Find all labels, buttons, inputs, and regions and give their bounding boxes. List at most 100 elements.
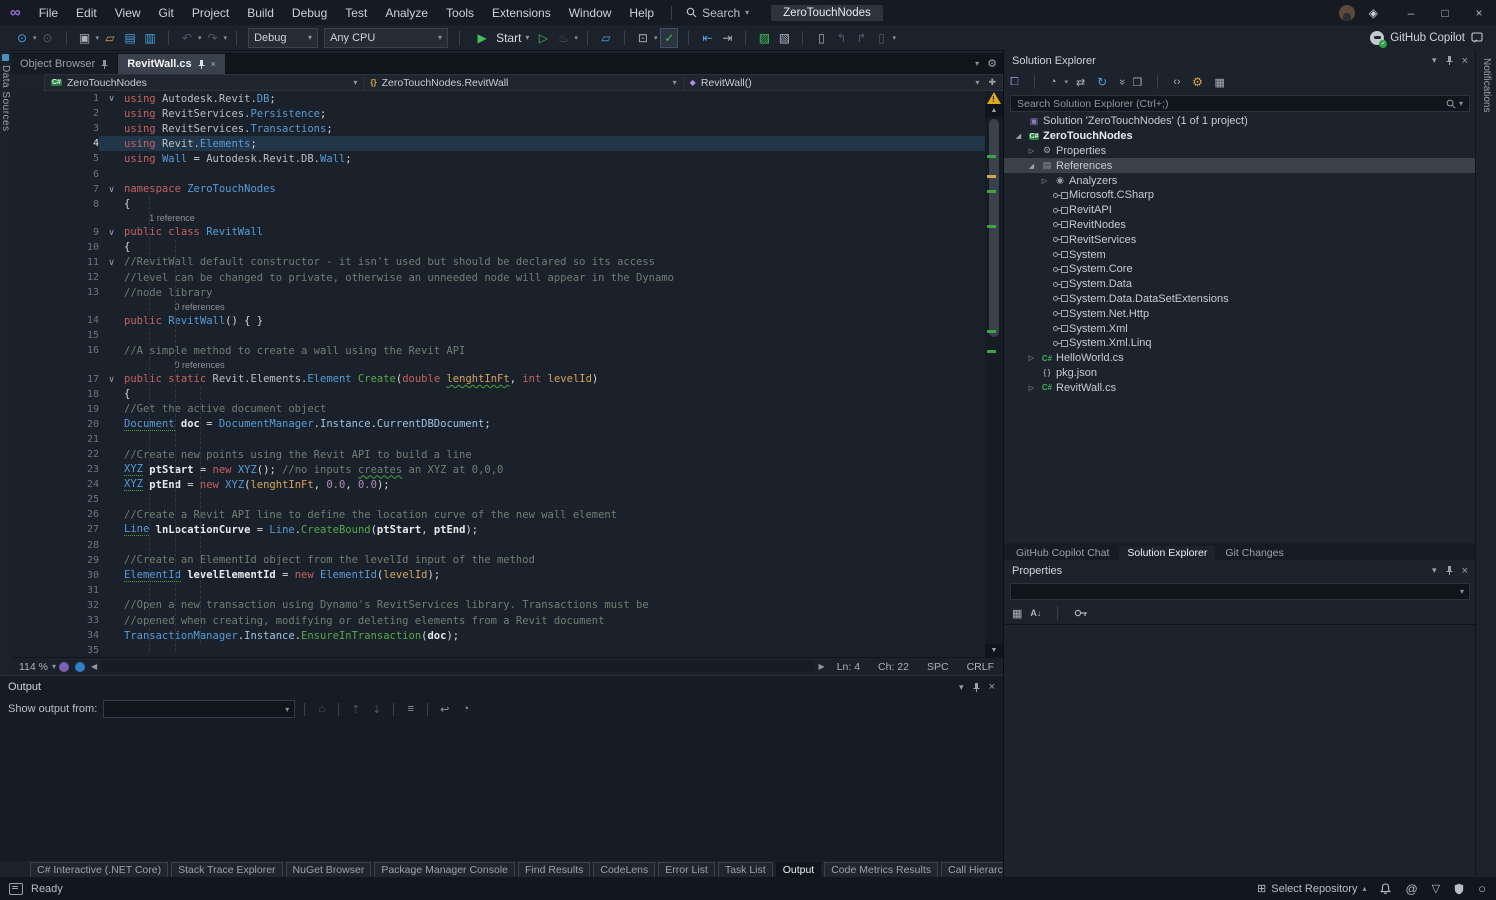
fold-chevron-icon[interactable]: ∨ — [99, 255, 124, 270]
collapsed-arrow-icon[interactable]: ▷ — [1038, 177, 1051, 185]
property-pages-key-icon[interactable] — [1074, 607, 1088, 619]
scroll-left-icon[interactable]: ◀ — [88, 662, 100, 671]
pending-changes-filter-icon[interactable]: ◔ — [1050, 76, 1057, 88]
previous-message-icon[interactable]: ⇡ — [348, 703, 363, 716]
chevron-down-icon[interactable]: ▾ — [33, 34, 37, 42]
expanded-arrow-icon[interactable]: ◢ — [1012, 132, 1025, 140]
code-line-22[interactable]: 22 //Create new points using the Revit A… — [11, 447, 985, 462]
bottom-tab-code-metrics-results[interactable]: Code Metrics Results — [824, 862, 938, 878]
scroll-down-icon[interactable]: ▼ — [985, 644, 1003, 657]
status-circle-icon[interactable]: ○ — [1478, 881, 1486, 896]
close-button[interactable]: × — [1462, 0, 1496, 25]
scroll-right-icon[interactable]: ▶ — [816, 662, 828, 671]
comment-icon[interactable]: ▨ — [756, 29, 772, 47]
chevron-down-icon[interactable]: ▾ — [224, 34, 228, 42]
clear-bookmarks-icon[interactable]: ▯ — [873, 29, 889, 47]
code-line-24[interactable]: 24 XYZ ptEnd = new XYZ(lenghtInFt, 0.0, … — [11, 477, 985, 492]
navigate-forward-icon[interactable]: ⊙ — [40, 29, 56, 47]
breadcrumb-project[interactable]: C# ZeroTouchNodes ▾ — [44, 74, 364, 91]
fold-chevron-icon[interactable]: ∨ — [99, 225, 124, 240]
indent-decrease-icon[interactable]: ⇤ — [699, 29, 715, 47]
editor-zoom-level[interactable]: 114 % — [11, 661, 52, 673]
code-line-31[interactable]: 31 — [11, 583, 985, 598]
code-line-35[interactable]: 35 — [11, 643, 985, 657]
previous-bookmark-icon[interactable]: ↰ — [833, 29, 849, 47]
menu-view[interactable]: View — [106, 0, 150, 25]
properties-window-icon[interactable]: ❐ — [1132, 76, 1142, 89]
fold-chevron-icon[interactable]: ∨ — [99, 372, 124, 387]
tree-item-pkg-json[interactable]: { }pkg.json — [1004, 366, 1476, 381]
start-debugging-button[interactable]: ▶ Start ▾ — [472, 29, 529, 47]
collapsed-arrow-icon[interactable]: ▷ — [1025, 354, 1038, 362]
bottom-tab-output[interactable]: Output — [776, 862, 822, 878]
chevron-down-icon[interactable]: ▾ — [1064, 78, 1068, 86]
tree-item-system-xml-linq[interactable]: System.Xml.Linq — [1004, 336, 1476, 351]
code-line-19[interactable]: 19 //Get the active document object — [11, 402, 985, 417]
word-wrap-icon[interactable]: ↩ — [437, 703, 452, 716]
tree-item-solution-zerotouchnodes-1-of-1-project[interactable]: ▣Solution 'ZeroTouchNodes' (1 of 1 proje… — [1004, 114, 1476, 129]
undo-icon[interactable]: ↶ — [179, 29, 195, 47]
fold-chevron-icon[interactable]: ∨ — [99, 182, 124, 197]
live-share-icon[interactable] — [59, 662, 69, 672]
preview-window-icon[interactable]: ⊡ — [635, 29, 651, 47]
new-project-icon[interactable]: ▣ — [77, 29, 93, 47]
sync-with-active-document-icon[interactable]: ⇄ — [1076, 76, 1085, 89]
menu-test[interactable]: Test — [336, 0, 376, 25]
gem-icon[interactable]: ◈ — [1369, 6, 1378, 20]
alphabetical-sort-icon[interactable]: A↓ — [1030, 608, 1041, 618]
split-window-icon[interactable]: ✚ — [988, 77, 996, 88]
autoscroll-clock-icon[interactable]: ◔ — [458, 703, 473, 715]
solution-explorer-search-input[interactable]: Search Solution Explorer (Ctrl+;) ▾ — [1010, 95, 1470, 112]
codelens-health-icon[interactable] — [75, 662, 85, 672]
code-line-21[interactable]: 21 — [11, 432, 985, 447]
bottom-tab-codelens[interactable]: CodeLens — [593, 862, 655, 878]
menu-build[interactable]: Build — [238, 0, 283, 25]
tree-item-revitnodes[interactable]: RevitNodes — [1004, 218, 1476, 233]
code-line-11[interactable]: 11∨ //RevitWall default constructor - it… — [11, 255, 985, 270]
view-code-icon[interactable]: ‹› — [1173, 76, 1180, 88]
tree-item-analyzers[interactable]: ▷◉Analyzers — [1004, 173, 1476, 188]
tree-item-system-data[interactable]: System.Data — [1004, 277, 1476, 292]
hot-reload-icon[interactable]: ♨ — [555, 29, 571, 47]
code-line-23[interactable]: 23 XYZ ptStart = new XYZ(); //no inputs … — [11, 462, 985, 477]
notifications-tab[interactable]: Notifications — [1481, 58, 1492, 885]
close-icon[interactable]: × — [1462, 565, 1468, 577]
collapsed-arrow-icon[interactable]: ▷ — [1025, 147, 1038, 155]
tree-item-system-net-http[interactable]: System.Net.Http — [1004, 306, 1476, 321]
properties-object-combo[interactable]: ▾ — [1010, 583, 1470, 600]
tab-object-browser[interactable]: Object Browser — [11, 54, 117, 74]
chevron-down-icon[interactable]: ▾ — [1432, 55, 1437, 66]
codelens-references[interactable]: 0 references — [11, 300, 985, 313]
menu-edit[interactable]: Edit — [67, 0, 106, 25]
navigate-back-icon[interactable]: ⊙ — [14, 29, 30, 47]
panel-tab-git-changes[interactable]: Git Changes — [1217, 546, 1291, 560]
feedback-at-icon[interactable]: @ — [1405, 882, 1417, 896]
chevron-down-icon[interactable]: ▾ — [574, 34, 578, 42]
code-line-7[interactable]: 7∨namespace ZeroTouchNodes — [11, 182, 985, 197]
chevron-down-icon[interactable]: ▾ — [198, 34, 202, 42]
tree-item-system-xml[interactable]: System.Xml — [1004, 321, 1476, 336]
codelens-references[interactable]: 0 references — [11, 359, 985, 372]
code-line-4[interactable]: 4using Revit.Elements; — [11, 136, 985, 151]
editor-options-gear-icon[interactable]: ⚙ — [987, 57, 997, 70]
shield-icon[interactable] — [1454, 883, 1464, 895]
collapse-all-icon[interactable]: » — [1116, 79, 1128, 85]
code-line-33[interactable]: 33 //opened when creating, modifying or … — [11, 613, 985, 628]
warning-icon[interactable]: ! — [987, 92, 1001, 104]
show-all-files-icon[interactable]: ▦ — [1215, 76, 1225, 89]
maximize-button[interactable]: □ — [1428, 0, 1462, 25]
pin-icon[interactable] — [1446, 56, 1453, 65]
tree-item-revitservices[interactable]: RevitServices — [1004, 232, 1476, 247]
code-line-28[interactable]: 28 — [11, 538, 985, 553]
pin-icon[interactable] — [101, 60, 108, 69]
folder-icon[interactable]: ▱ — [598, 29, 614, 47]
menu-git[interactable]: Git — [150, 0, 183, 25]
scrollbar-thumb[interactable] — [989, 119, 999, 337]
code-line-14[interactable]: 14 public RevitWall() { } — [11, 313, 985, 328]
tree-item-revitwall-cs[interactable]: ▷C#RevitWall.cs — [1004, 380, 1476, 395]
code-line-30[interactable]: 30 ElementId levelElementId = new Elemen… — [11, 568, 985, 583]
next-bookmark-icon[interactable]: ↱ — [853, 29, 869, 47]
select-repository-button[interactable]: ⊞ Select Repository ▴ — [1257, 882, 1366, 895]
bottom-tab-stack-trace-explorer[interactable]: Stack Trace Explorer — [171, 862, 282, 878]
minimize-button[interactable]: – — [1394, 0, 1428, 25]
